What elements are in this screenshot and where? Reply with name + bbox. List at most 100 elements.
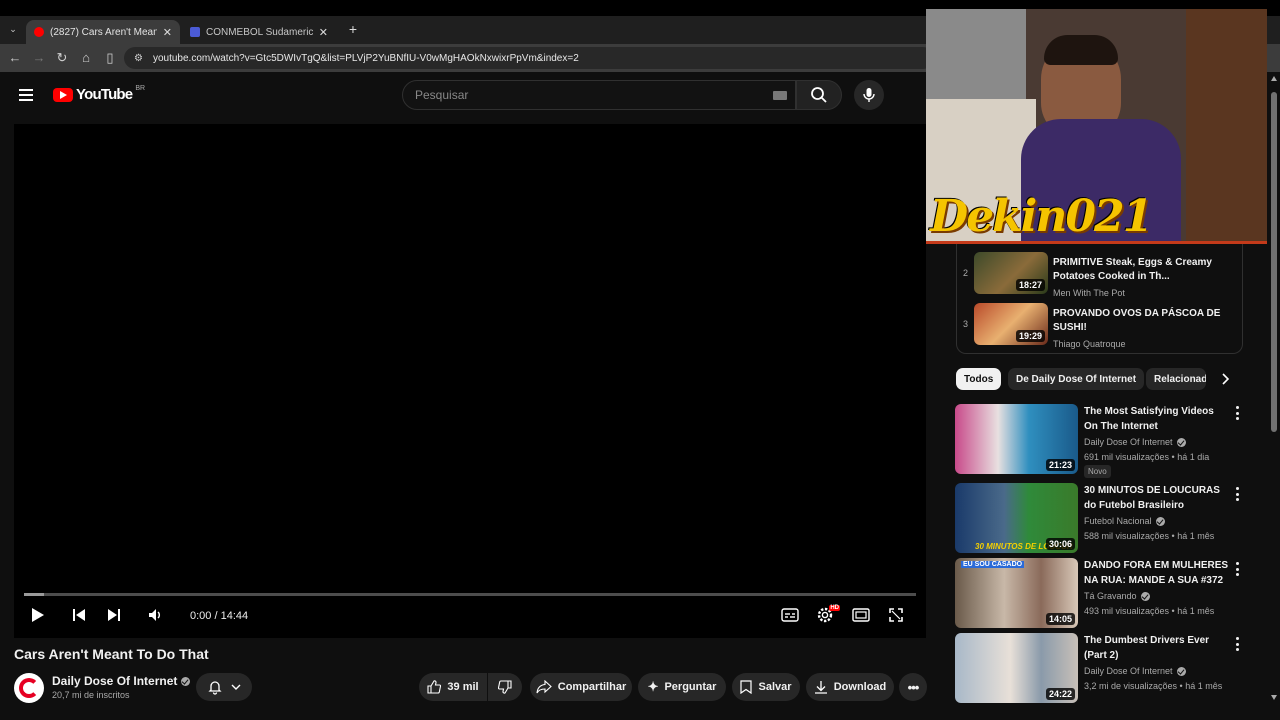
share-button[interactable]: Compartilhar bbox=[530, 673, 632, 701]
close-tab-icon[interactable]: ✕ bbox=[319, 26, 328, 39]
youtube-logo[interactable]: YouTube BR bbox=[53, 85, 146, 103]
menu-icon[interactable] bbox=[19, 89, 33, 101]
search-placeholder: Pesquisar bbox=[415, 88, 469, 102]
split-view-button[interactable]: ▯ bbox=[102, 50, 118, 66]
video-meta: 588 mil visualizações • há 1 mês bbox=[1084, 531, 1215, 541]
playlist-item[interactable]: 2 18:27 PRIMITIVE Steak, Eggs & Creamy P… bbox=[957, 248, 1244, 298]
verified-icon bbox=[1176, 437, 1186, 447]
playlist-item-channel: Thiago Quatroque bbox=[1053, 339, 1126, 349]
play-button[interactable] bbox=[27, 604, 49, 626]
site-info-icon[interactable]: ⚙ bbox=[134, 53, 143, 64]
more-vertical-icon[interactable] bbox=[1233, 487, 1241, 501]
playlist-index: 2 bbox=[963, 268, 969, 278]
more-actions-button[interactable]: ••• bbox=[899, 673, 927, 701]
playlist-item[interactable]: 3 19:29 PROVANDO OVOS DA PÁSCOA DE SUSHI… bbox=[957, 299, 1244, 349]
recommendation-item[interactable]: 30 MINUTOS DE LOUCUR 30:06 30 MINUTOS DE… bbox=[955, 483, 1255, 555]
webcam-overlay: Dekin021 bbox=[926, 9, 1267, 244]
chevron-right-icon[interactable] bbox=[1218, 372, 1232, 386]
video-thumbnail[interactable]: 21:23 bbox=[955, 404, 1078, 474]
recommendation-item[interactable]: 21:23 The Most Satisfying Videos On The … bbox=[955, 404, 1255, 478]
new-tab-button[interactable]: + bbox=[346, 22, 360, 36]
tab-conmebol[interactable]: CONMEBOL Sudamericana tab ✕ bbox=[182, 20, 336, 44]
reload-button[interactable]: ↻ bbox=[54, 50, 70, 66]
scrollbar-thumb[interactable] bbox=[1271, 92, 1277, 432]
verified-icon bbox=[181, 676, 191, 686]
playlist-index: 3 bbox=[963, 319, 969, 329]
notification-bell-button[interactable] bbox=[196, 673, 252, 701]
more-vertical-icon[interactable] bbox=[1233, 406, 1241, 420]
chip-from-channel[interactable]: De Daily Dose Of Internet bbox=[1008, 368, 1145, 390]
youtube-play-logo-icon bbox=[53, 87, 73, 102]
video-duration: 19:29 bbox=[1015, 330, 1045, 342]
search-input[interactable]: Pesquisar bbox=[402, 80, 796, 110]
time-display: 0:00 / 14:44 bbox=[190, 610, 249, 622]
filter-chips: Todos De Daily Dose Of Internet Relacion… bbox=[956, 368, 1236, 392]
playlist-item-title: PROVANDO OVOS DA PÁSCOA DE SUSHI! bbox=[1053, 308, 1221, 333]
subscriber-count: 20,7 mi de inscritos bbox=[52, 690, 130, 700]
back-button[interactable]: ← bbox=[7, 50, 23, 66]
verified-icon bbox=[1176, 666, 1186, 676]
theater-mode-button[interactable] bbox=[850, 604, 872, 626]
chip-all[interactable]: Todos bbox=[956, 368, 1002, 390]
webcam-background-shelf bbox=[1186, 9, 1267, 244]
share-label: Compartilhar bbox=[557, 681, 627, 693]
like-button[interactable]: 39 mil bbox=[419, 673, 487, 701]
save-button[interactable]: Salvar bbox=[732, 673, 800, 701]
next-button[interactable] bbox=[103, 604, 125, 626]
verified-icon bbox=[1155, 516, 1165, 526]
subtitles-icon bbox=[781, 608, 799, 622]
recommendation-item[interactable]: 24:22 The Dumbest Drivers Ever (Part 2) … bbox=[955, 633, 1255, 705]
close-tab-icon[interactable]: ✕ bbox=[163, 26, 172, 39]
more-vertical-icon[interactable] bbox=[1233, 562, 1241, 576]
youtube-favicon-icon bbox=[34, 27, 44, 37]
thumbnail-caption: EU SOU CASADO bbox=[961, 561, 1025, 568]
chip-related[interactable]: Relacionad bbox=[1146, 368, 1206, 390]
channel-avatar[interactable] bbox=[14, 673, 44, 703]
previous-icon bbox=[73, 609, 85, 621]
url-text: youtube.com/watch?v=Gtc5DWIvTgQ&list=PLV… bbox=[152, 52, 579, 64]
video-duration: 21:23 bbox=[1045, 459, 1075, 471]
channel-text: Daily Dose Of Internet bbox=[1084, 437, 1173, 447]
scroll-up-arrow-icon[interactable] bbox=[1271, 76, 1277, 81]
voice-search-button[interactable] bbox=[854, 80, 884, 110]
fullscreen-button[interactable] bbox=[885, 604, 907, 626]
channel-name-text: Daily Dose Of Internet bbox=[52, 674, 178, 688]
recommendation-item[interactable]: EU SOU CASADO 14:05 DANDO FORA EM MULHER… bbox=[955, 558, 1255, 630]
video-thumbnail[interactable]: 24:22 bbox=[955, 633, 1078, 703]
bell-icon bbox=[208, 681, 222, 695]
new-badge: Novo bbox=[1084, 465, 1111, 478]
tab-youtube[interactable]: (2827) Cars Aren't Meant To Do That ✕ bbox=[26, 20, 180, 44]
volume-button[interactable] bbox=[145, 604, 167, 626]
video-player[interactable]: 0:00 / 14:44 HD bbox=[14, 124, 926, 638]
more-vertical-icon[interactable] bbox=[1233, 637, 1241, 651]
download-label: Download bbox=[833, 681, 887, 693]
forward-button[interactable]: → bbox=[31, 50, 47, 66]
ask-button[interactable]: ✦ Perguntar bbox=[638, 673, 726, 701]
progress-bar[interactable] bbox=[24, 593, 916, 596]
settings-button[interactable]: HD bbox=[814, 604, 840, 626]
streamer-hair bbox=[1044, 35, 1118, 65]
bookmark-icon bbox=[740, 680, 753, 694]
scroll-down-arrow-icon[interactable] bbox=[1271, 695, 1277, 700]
region-code: BR bbox=[135, 85, 146, 92]
channel-name[interactable]: Daily Dose Of Internet bbox=[52, 674, 191, 688]
search-button[interactable] bbox=[796, 80, 842, 110]
page-scrollbar[interactable] bbox=[1268, 72, 1280, 720]
playlist-thumbnail[interactable]: 18:27 bbox=[974, 252, 1048, 294]
home-button[interactable]: ⌂ bbox=[78, 50, 94, 66]
download-button[interactable]: Download bbox=[806, 673, 894, 701]
video-thumbnail[interactable]: EU SOU CASADO 14:05 bbox=[955, 558, 1078, 628]
url-field[interactable]: ⚙ youtube.com/watch?v=Gtc5DWIvTgQ&list=P… bbox=[124, 47, 934, 69]
tab-search-button[interactable]: ⌄ bbox=[6, 22, 20, 36]
thumbs-up-icon bbox=[427, 680, 442, 694]
previous-button[interactable] bbox=[68, 604, 90, 626]
tab-title: (2827) Cars Aren't Meant To Do That bbox=[50, 26, 157, 38]
playlist-panel: 2 18:27 PRIMITIVE Steak, Eggs & Creamy P… bbox=[956, 244, 1243, 354]
keyboard-icon[interactable] bbox=[773, 91, 787, 100]
video-duration: 18:27 bbox=[1015, 279, 1045, 291]
video-thumbnail[interactable]: 30 MINUTOS DE LOUCUR 30:06 bbox=[955, 483, 1078, 553]
subtitles-button[interactable] bbox=[779, 604, 801, 626]
playlist-thumbnail[interactable]: 19:29 bbox=[974, 303, 1048, 345]
dislike-button[interactable] bbox=[488, 673, 522, 701]
youtube-logo-text: YouTube bbox=[76, 86, 133, 103]
